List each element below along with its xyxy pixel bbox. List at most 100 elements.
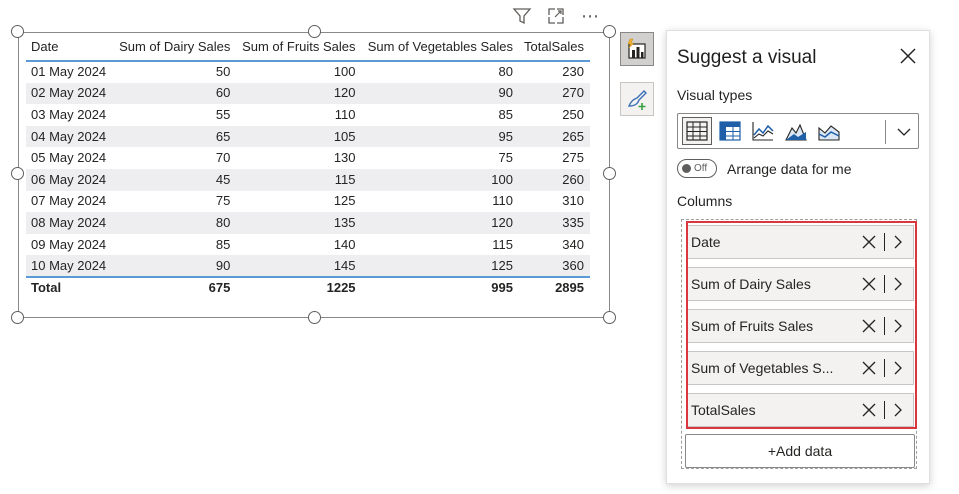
resize-handle-right[interactable] [603,167,616,180]
column-item-label: Sum of Dairy Sales [691,276,811,292]
remove-icon[interactable] [860,275,878,293]
total-cell: Total [26,275,114,299]
chevron-right-icon[interactable] [891,402,905,418]
divider [884,401,885,419]
arrange-data-toggle[interactable]: Off [677,159,717,178]
sales-table: Date Sum of Dairy Sales Sum of Fruits Sa… [26,36,590,299]
column-header[interactable]: Sum of Vegetables Sales [361,36,519,62]
table-row[interactable]: 05 May 2024 70 130 75 275 [26,147,590,169]
table-cell: 360 [518,255,590,277]
column-item-vegetables[interactable]: Sum of Vegetables S... [686,351,914,385]
chevron-right-icon[interactable] [891,276,905,292]
visual-header-toolbar: ⋯ [512,6,600,26]
stacked-area-icon[interactable] [814,117,844,145]
table-row[interactable]: 02 May 2024 60 120 90 270 [26,82,590,105]
column-item-fruits[interactable]: Sum of Fruits Sales [686,309,914,343]
add-data-button[interactable]: +Add data [685,434,915,468]
table-cell: 65 [113,125,237,148]
toggle-knob [682,164,691,173]
toggle-state-label: Off [694,163,708,174]
table-header-row: Date Sum of Dairy Sales Sum of Fruits Sa… [26,36,590,62]
table-cell: 335 [518,212,590,234]
column-header[interactable]: Sum of Fruits Sales [236,36,362,62]
table-row[interactable]: 04 May 2024 65 105 95 265 [26,125,590,148]
area-chart-icon[interactable] [781,117,811,145]
suggest-visual-icon [627,38,646,59]
table-cell: 08 May 2024 [26,212,114,234]
remove-icon[interactable] [860,233,878,251]
resize-handle-bottom-right[interactable] [603,311,616,324]
table-cell: 340 [562,236,584,252]
resize-handle-left[interactable] [11,167,24,180]
table-cell: 270 [518,82,590,105]
table-cell: 85 [215,236,231,252]
more-options-icon[interactable]: ⋯ [580,6,600,26]
table-cell: 45 [113,168,237,191]
table-cell: 125 [333,193,356,209]
table-row[interactable]: 07 May 2024 75 125 110 310 [26,191,590,213]
total-cell: 995 [361,275,519,299]
table-row[interactable]: 09 May 2024 85 140 115 340 [26,234,590,256]
column-header[interactable]: Date [26,36,114,62]
column-item-totalsales[interactable]: TotalSales [686,393,914,427]
table-cell: 230 [562,64,584,80]
table-row[interactable]: 01 May 2024 50 100 80 230 [26,61,590,83]
table-cell: 03 May 2024 [31,106,107,122]
table-cell: 135 [236,212,362,234]
table-cell: 04 May 2024 [26,125,114,148]
table-cell: 55 [215,106,231,122]
table-row[interactable]: 06 May 2024 45 115 100 260 [26,168,590,191]
table-cell: 110 [492,193,513,209]
column-item-label: TotalSales [691,402,756,418]
table-cell: 100 [333,64,356,80]
table-cell: 120 [361,212,519,234]
suggest-visual-button[interactable] [620,32,654,66]
matrix-icon[interactable] [715,117,745,145]
column-header[interactable]: TotalSales [518,36,590,62]
filter-icon[interactable] [512,6,532,26]
table-row[interactable]: 08 May 2024 80 135 120 335 [26,212,590,234]
table-total-row: Total 675 1225 995 2895 [26,275,590,299]
table-cell: 90 [361,82,519,105]
remove-icon[interactable] [860,359,878,377]
format-visual-icon [627,90,647,110]
table-cell: 05 May 2024 [31,150,107,166]
columns-well: Date Sum of Dairy Sales Sum of Fruits Sa… [681,219,917,469]
resize-handle-bottom-left[interactable] [11,311,24,324]
remove-icon[interactable] [860,401,878,419]
column-item-date[interactable]: Date [686,225,914,259]
divider [884,359,885,377]
table-row[interactable]: 03 May 2024 55 110 85 250 [26,104,590,126]
format-visual-button[interactable] [620,82,654,116]
remove-icon[interactable] [860,317,878,335]
table-cell: 06 May 2024 [26,168,114,191]
total-cell: 1225 [236,275,362,299]
resize-handle-bottom[interactable] [308,311,321,324]
total-cell: 2895 [518,275,590,299]
panel-title: Suggest a visual [677,47,817,68]
table-cell: 310 [562,193,584,209]
columns-label: Columns [677,193,733,209]
resize-handle-top-left[interactable] [11,25,24,38]
line-chart-icon[interactable] [748,117,778,145]
visual-types-label: Visual types [677,87,753,103]
table-cell: 100 [361,168,519,191]
column-header[interactable]: Sum of Dairy Sales [113,36,237,62]
total-cell: 675 [113,275,237,299]
table-icon[interactable] [682,117,712,145]
column-item-dairy[interactable]: Sum of Dairy Sales [686,267,914,301]
chevron-right-icon[interactable] [891,360,905,376]
resize-handle-top-right[interactable] [603,25,616,38]
table-cell: 70 [215,150,231,166]
close-icon[interactable] [897,45,919,67]
visual-types-divider [885,120,886,144]
table-cell: 80 [113,212,237,234]
table-cell: 60 [113,82,237,105]
chevron-down-icon[interactable] [893,121,915,143]
table-cell: 260 [518,168,590,191]
focus-mode-icon[interactable] [546,6,566,26]
column-item-label: Sum of Fruits Sales [691,318,814,334]
chevron-right-icon[interactable] [891,234,905,250]
table-row[interactable]: 10 May 2024 90 145 125 360 [26,255,590,277]
chevron-right-icon[interactable] [891,318,905,334]
